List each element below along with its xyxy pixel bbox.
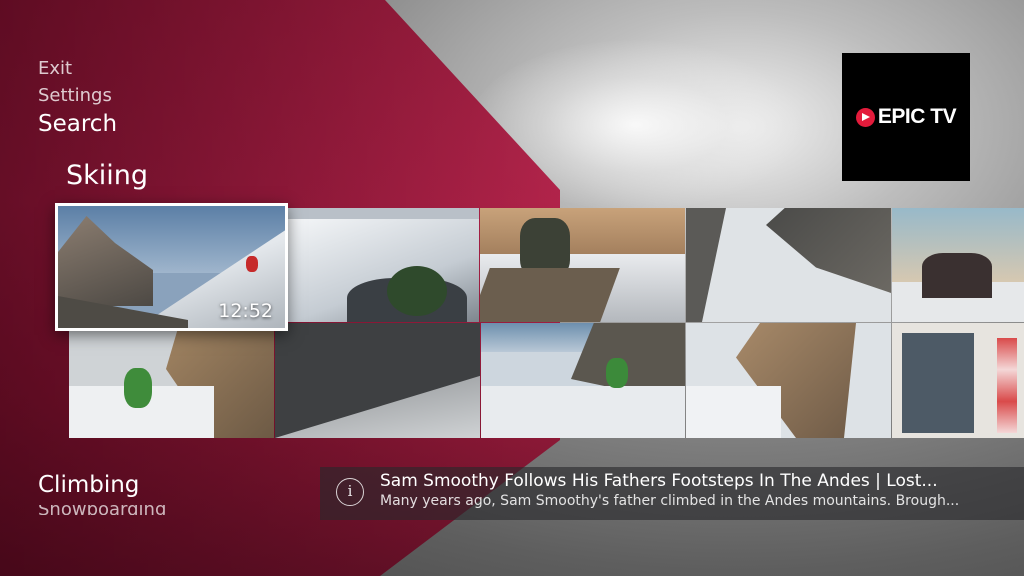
- video-thumbnail[interactable]: [481, 323, 685, 438]
- epic-tv-logo: EPIC TV: [842, 53, 970, 181]
- row-title-skiing: Skiing: [66, 160, 149, 191]
- play-circle-icon: [855, 107, 875, 127]
- video-thumbnail[interactable]: [287, 208, 479, 322]
- row-title-climbing[interactable]: Climbing: [38, 472, 139, 498]
- menu-search[interactable]: Search: [38, 113, 117, 136]
- video-thumbnail[interactable]: [480, 208, 685, 322]
- video-thumbnail[interactable]: [275, 323, 480, 438]
- info-icon[interactable]: i: [336, 478, 364, 506]
- video-thumbnail[interactable]: [69, 323, 274, 438]
- video-thumbnail[interactable]: [686, 208, 891, 322]
- video-thumbnail[interactable]: [892, 208, 1024, 322]
- video-thumbnail-selected[interactable]: 12:52: [55, 203, 288, 331]
- menu-exit[interactable]: Exit: [38, 60, 117, 78]
- video-thumbnail[interactable]: [686, 323, 891, 438]
- video-info-bar: i Sam Smoothy Follows His Fathers Footst…: [320, 467, 1024, 520]
- logo-text: EPIC TV: [877, 105, 957, 128]
- video-title: Sam Smoothy Follows His Fathers Footstep…: [380, 471, 938, 491]
- menu-settings[interactable]: Settings: [38, 87, 117, 105]
- video-thumbnail[interactable]: [892, 323, 1024, 438]
- video-duration: 12:52: [218, 300, 273, 322]
- row-title-peek[interactable]: Snowboarding: [38, 505, 166, 515]
- main-menu: Exit Settings Search: [38, 60, 117, 136]
- video-description: Many years ago, Sam Smoothy's father cli…: [380, 493, 960, 509]
